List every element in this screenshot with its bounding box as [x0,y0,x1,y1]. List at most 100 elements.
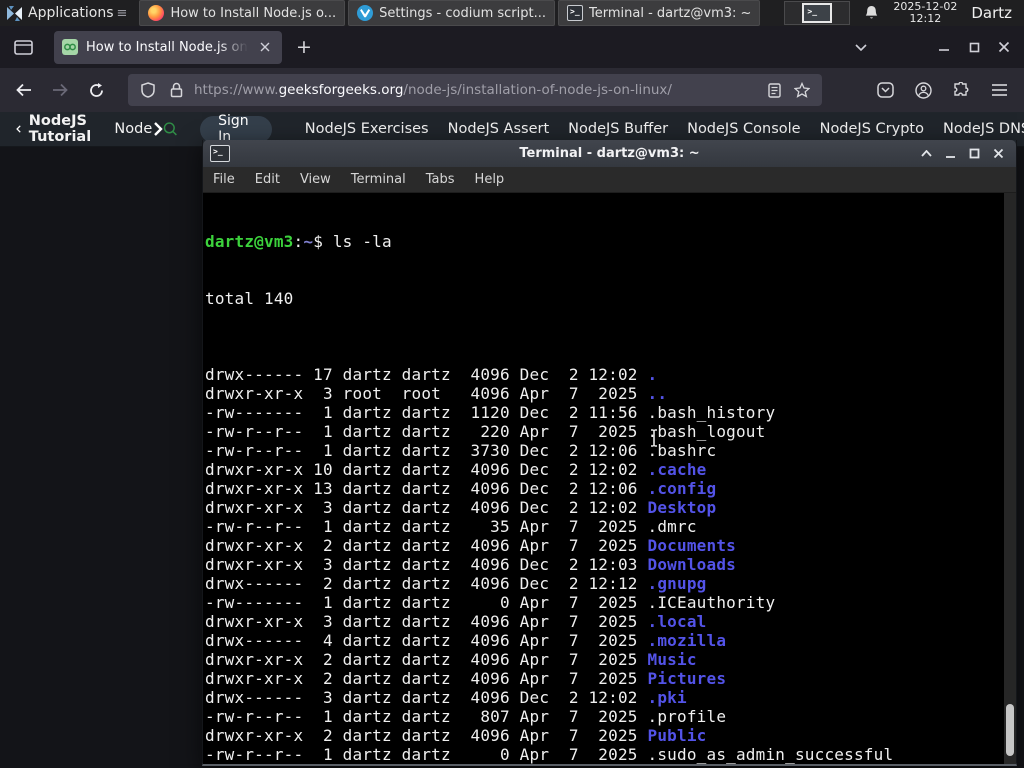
hamburger-menu-icon[interactable] [984,75,1014,105]
ls-row-attributes: drwxr-xr-x 10 dartz dartz 4096 Dec 2 12:… [205,460,648,479]
ls-row-attributes: drwx------ 17 dartz dartz 4096 Dec 2 12:… [205,365,648,384]
terminal-minimize-button[interactable] [943,146,958,161]
taskbar-item-firefox[interactable]: How to Install Node.js o... [139,0,346,26]
terminal-title-bar[interactable]: Terminal - dartz@vm3: ~ [203,140,1016,167]
forward-arrow-icon [53,83,68,97]
terminal-close-button[interactable] [991,146,1006,161]
toolbar-right-icons [870,75,1024,105]
account-icon[interactable] [908,75,938,105]
bookmark-star-icon[interactable] [788,76,816,104]
chevron-left-icon [16,125,21,133]
ls-row-attributes: -rw-r--r-- 1 dartz dartz 807 Apr 7 2025 [205,707,648,726]
url-text: https://www.geeksforgeeks.org/node-js/in… [194,82,760,98]
nav-link-nodejs-buffer[interactable]: NodeJS Buffer [568,121,668,137]
nav-link-nodejs-crypto[interactable]: NodeJS Crypto [820,121,924,137]
tracking-shield-icon[interactable] [134,76,162,104]
lock-icon[interactable] [162,76,190,104]
browser-toolbar: https://www.geeksforgeeks.org/node-js/in… [0,68,1024,112]
terminal-menu-file[interactable]: File [203,172,245,187]
terminal-menu-edit[interactable]: Edit [245,172,290,187]
browser-tab-active[interactable]: How to Install Node.js on [54,30,282,64]
nav-link-nodejs-assert[interactable]: NodeJS Assert [448,121,550,137]
ls-row-attributes: -rw------- 1 dartz dartz 1120 Dec 2 11:5… [205,403,648,422]
ls-row-filename: .local [647,612,707,631]
terminal-shade-button[interactable] [919,146,934,161]
terminal-prompt-segment: : [293,232,304,251]
terminal-prompt-segment: dartz@vm3 [205,232,294,251]
ls-row-attributes: -rw-r--r-- 1 dartz dartz 3730 Dec 2 12:0… [205,441,648,460]
tab-close-icon[interactable] [256,38,274,56]
applications-menu-button[interactable]: Applications ≡ [0,0,133,26]
ls-row-filename: . [647,365,658,384]
list-all-tabs-button[interactable] [846,33,876,61]
taskbar-item-title: Terminal - dartz@vm3: ~ [589,5,752,21]
terminal-ls-row: -rw------- 1 dartz dartz 1120 Dec 2 11:5… [205,403,893,422]
panel-clock-time: 12:12 [909,12,942,25]
terminal-prompt-line: dartz@vm3:~$ ls -la [205,232,893,251]
back-button[interactable] [8,74,40,106]
terminal-ls-row: drwxr-xr-x 3 dartz dartz 4096 Dec 2 12:0… [205,498,893,517]
ls-row-attributes: -rw-r--r-- 1 dartz dartz 0 Apr 7 2025 [205,745,648,764]
ls-row-attributes: -rw-r--r-- 1 dartz dartz 220 Apr 7 2025 [205,422,648,441]
new-tab-button[interactable]: + [290,33,318,61]
notification-bell-icon[interactable] [864,5,879,21]
browser-maximize-button[interactable] [966,39,982,55]
terminal-menu-view[interactable]: View [290,172,341,187]
terminal-menu-terminal[interactable]: Terminal [341,172,416,187]
ls-row-filename: .sudo_as_admin_successful [647,745,894,764]
terminal-menu-tabs[interactable]: Tabs [416,172,465,187]
terminal-ls-row: drwxr-xr-x 13 dartz dartz 4096 Dec 2 12:… [205,479,893,498]
sign-in-button[interactable]: Sign In [200,113,272,145]
terminal-maximize-button[interactable] [967,146,982,161]
terminal-ls-row: drwx------ 4 dartz dartz 4096 Apr 7 2025… [205,631,893,650]
nav-link-truncated[interactable]: Node [114,121,163,137]
browser-close-button[interactable] [996,39,1012,55]
applications-menu-label: Applications [28,5,114,21]
ls-row-filename: .profile [647,707,727,726]
nav-link-nodejs-exercises[interactable]: NodeJS Exercises [305,121,429,137]
forward-button[interactable] [44,74,76,106]
ls-row-attributes: drwxr-xr-x 2 dartz dartz 4096 Apr 7 2025 [205,726,648,745]
panel-clock[interactable]: 2025-12-02 12:12 [893,1,957,25]
terminal-ls-row: drwxr-xr-x 3 dartz dartz 4096 Dec 2 12:0… [205,555,893,574]
terminal-ls-row: drwxr-xr-x 10 dartz dartz 4096 Dec 2 12:… [205,460,893,479]
url-bar[interactable]: https://www.geeksforgeeks.org/node-js/in… [128,74,822,106]
panel-user-name[interactable]: Dartz [971,4,1016,22]
ls-row-filename: .cache [647,460,707,479]
firefox-view-button[interactable] [6,32,40,62]
extensions-icon[interactable] [946,75,976,105]
taskbar-item-codium[interactable]: Settings - codium script... [348,0,555,26]
ls-row-filename: Desktop [647,498,717,517]
ls-row-attributes: -rw------- 1 dartz dartz 0 Apr 7 2025 [205,593,648,612]
search-icon[interactable] [163,119,178,139]
desktop: Applications ≡ How to Install Node.js o.… [0,0,1024,768]
terminal-ls-row: drwxr-xr-x 2 dartz dartz 4096 Apr 7 2025… [205,536,893,555]
url-path: /node-js/installation-of-node-js-on-linu… [403,82,672,98]
terminal-ls-row: -rw-r--r-- 1 dartz dartz 35 Apr 7 2025 .… [205,517,893,536]
terminal-ls-row: drwxr-xr-x 2 dartz dartz 4096 Apr 7 2025… [205,669,893,688]
terminal-output: dartz@vm3:~$ ls -la total 140 drwx------… [205,194,893,764]
terminal-window-controls [919,146,1016,161]
terminal-content[interactable]: dartz@vm3:~$ ls -la total 140 drwx------… [203,193,1016,764]
terminal-scrollbar[interactable] [1004,193,1016,764]
terminal-menu-help[interactable]: Help [465,172,515,187]
workspace-pager[interactable] [784,1,851,25]
terminal-ls-row: -rw------- 1 dartz dartz 0 Apr 7 2025 .I… [205,593,893,612]
ls-row-attributes: drwxr-xr-x 2 dartz dartz 4096 Apr 7 2025 [205,650,648,669]
nav-link-nodejs-console[interactable]: NodeJS Console [687,121,801,137]
browser-tab-bar: How to Install Node.js on + [0,26,1024,68]
nav-link-nodejs-tutorial[interactable]: NodeJS Tutorial [16,113,95,145]
back-arrow-icon [16,83,31,97]
pocket-icon[interactable] [870,75,900,105]
nav-link-nodejs-dns[interactable]: NodeJS DNS [943,121,1024,137]
panel-right-area: 2025-12-02 12:12 Dartz [784,1,1024,25]
taskbar-item-terminal[interactable]: Terminal - dartz@vm3: ~ [558,0,761,26]
terminal-total-line: total 140 [205,289,294,308]
browser-minimize-button[interactable] [936,39,952,55]
reload-button[interactable] [80,74,112,106]
reader-mode-icon[interactable] [760,76,788,104]
terminal-scrollbar-thumb[interactable] [1006,704,1014,756]
ls-row-attributes: drwxr-xr-x 2 dartz dartz 4096 Apr 7 2025 [205,669,648,688]
url-domain: geeksforgeeks.org [278,82,404,98]
ls-row-attributes: -rw-r--r-- 1 dartz dartz 35 Apr 7 2025 [205,517,648,536]
